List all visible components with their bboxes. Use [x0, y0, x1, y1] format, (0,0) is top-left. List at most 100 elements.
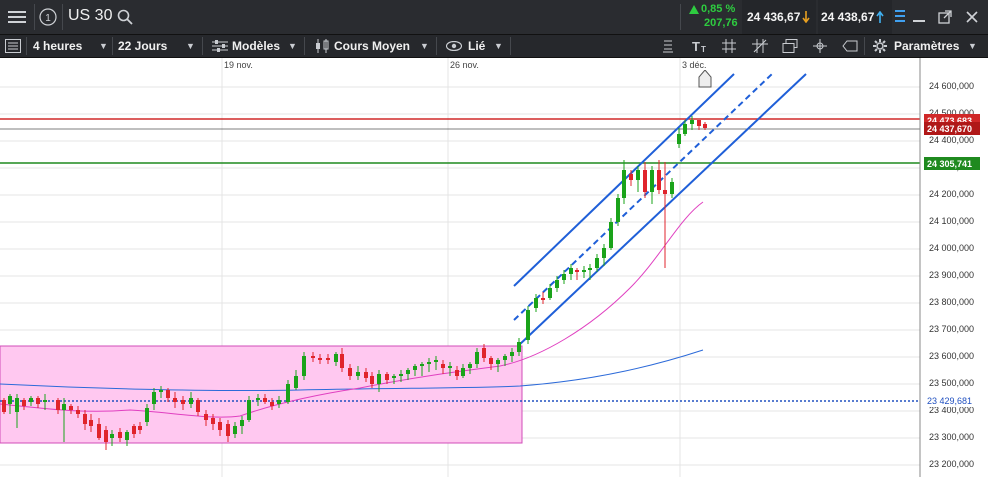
bullish-candle	[496, 360, 500, 364]
bullish-candle	[534, 298, 538, 308]
price-type-select[interactable]: Cours Moyen	[314, 35, 410, 57]
home-marker-icon[interactable]	[698, 70, 712, 88]
crosshair-icon[interactable]	[812, 35, 828, 57]
bullish-candle	[377, 374, 381, 384]
bearish-candle	[204, 414, 208, 420]
bullish-candle	[510, 352, 514, 356]
y-axis-label: 24 200,000	[929, 189, 975, 199]
top-bar: 1 US 30 0,85 % 207,76 24 436,67 24 438,6…	[0, 0, 988, 35]
y-axis-label: 23 500,000	[929, 378, 975, 388]
bearish-candle	[326, 358, 330, 360]
y-axis-label: 23 600,000	[929, 351, 975, 361]
link-label: Lié	[468, 39, 486, 53]
bearish-candle	[83, 414, 87, 424]
bullish-candle	[683, 124, 687, 134]
tag-icon[interactable]	[842, 35, 858, 57]
bearish-candle	[89, 420, 93, 426]
chart-canvas[interactable]	[0, 58, 988, 477]
bearish-candle	[348, 368, 352, 376]
bullish-candle	[356, 372, 360, 376]
models-button[interactable]: Modèles	[212, 35, 280, 57]
bearish-candle	[97, 424, 101, 438]
gear-icon	[873, 39, 887, 53]
bullish-candle	[399, 374, 403, 376]
chevron-down-icon: ▼	[186, 41, 195, 51]
bearish-candle	[455, 370, 459, 376]
green-line-tag: 24 305,741	[924, 157, 980, 170]
bearish-candle	[370, 376, 374, 384]
bearish-candle	[166, 390, 170, 398]
bearish-candle	[629, 174, 633, 180]
y-axis-label: 23 200,000	[929, 459, 975, 469]
bearish-candle	[364, 372, 368, 378]
timeframe-select[interactable]: 4 heures	[33, 35, 82, 57]
bullish-candle	[616, 198, 620, 222]
draw-tools-icon[interactable]	[752, 35, 768, 57]
bullish-candle	[595, 258, 599, 268]
bullish-candle	[334, 354, 338, 362]
bullish-candle	[517, 342, 521, 352]
y-axis-label: 24 600,000	[929, 81, 975, 91]
sell-price: 24 436,67	[747, 10, 801, 24]
bullish-candle	[413, 366, 417, 370]
bearish-candle	[181, 400, 185, 404]
bullish-candle	[677, 134, 681, 144]
chevron-down-icon: ▼	[288, 41, 297, 51]
minimize-icon[interactable]	[908, 0, 930, 34]
text-size-icon[interactable]: TT	[692, 35, 710, 57]
bearish-candle	[441, 364, 445, 368]
price-chart[interactable]: 19 nov. 26 nov. 3 déc. 24 600,000 24 500,…	[0, 58, 988, 477]
sell-price-box[interactable]: 24 436,67	[742, 0, 816, 34]
bullish-candle	[562, 274, 566, 280]
chevron-down-icon: ▼	[420, 41, 429, 51]
bullish-candle	[636, 170, 640, 180]
buy-price-box[interactable]: 24 438,67	[818, 0, 892, 34]
bearish-candle	[482, 348, 486, 358]
change-percent: 0,85 %	[701, 3, 736, 15]
range-select[interactable]: 22 Jours	[118, 35, 167, 57]
chart-toolbar: 4 heures ▼ 22 Jours ▼ Modèles ▼ Cours Mo…	[0, 35, 988, 58]
instrument-symbol: US 30	[68, 7, 113, 24]
bullish-candle	[392, 376, 396, 378]
svg-text:1: 1	[45, 13, 51, 24]
bullish-candle	[152, 392, 156, 404]
y-axis-label: 23 300,000	[929, 432, 975, 442]
search-icon[interactable]	[115, 0, 135, 34]
bullish-candle	[15, 398, 19, 412]
bearish-candle	[697, 120, 701, 126]
bearish-candle	[643, 170, 647, 192]
menu-icon[interactable]	[4, 0, 30, 34]
bullish-candle	[286, 384, 290, 402]
settings-button[interactable]: Paramètres	[872, 35, 959, 57]
consolidation-zone	[0, 345, 523, 444]
popout-icon[interactable]	[934, 0, 956, 34]
text-lines-icon[interactable]	[662, 35, 674, 57]
link-button[interactable]: Lié	[446, 35, 485, 57]
layers-icon[interactable]	[782, 35, 798, 57]
bullish-candle	[526, 310, 530, 340]
close-icon[interactable]	[960, 0, 984, 34]
depth-icon[interactable]	[894, 0, 906, 34]
bullish-candle	[582, 270, 586, 272]
chevron-down-icon: ▼	[494, 41, 503, 51]
bearish-candle	[76, 410, 80, 414]
bearish-candle	[22, 400, 26, 406]
bearish-candle	[311, 356, 315, 358]
candles-icon	[316, 39, 329, 53]
bearish-candle	[2, 400, 6, 412]
date-label: 3 déc.	[682, 60, 707, 70]
bearish-candle	[385, 374, 389, 380]
bearish-candle	[118, 432, 122, 438]
grid-icon[interactable]	[722, 35, 736, 57]
workspace-number-icon[interactable]: 1	[38, 0, 58, 34]
bearish-candle	[318, 358, 322, 360]
bullish-candle	[555, 280, 559, 288]
bullish-candle	[690, 120, 694, 124]
bullish-candle	[62, 404, 66, 410]
list-icon[interactable]	[5, 35, 21, 57]
buy-price: 24 438,67	[821, 10, 875, 24]
bullish-candle	[256, 398, 260, 400]
bearish-candle	[657, 170, 661, 190]
svg-text:T: T	[692, 39, 700, 53]
bullish-candle	[189, 398, 193, 404]
